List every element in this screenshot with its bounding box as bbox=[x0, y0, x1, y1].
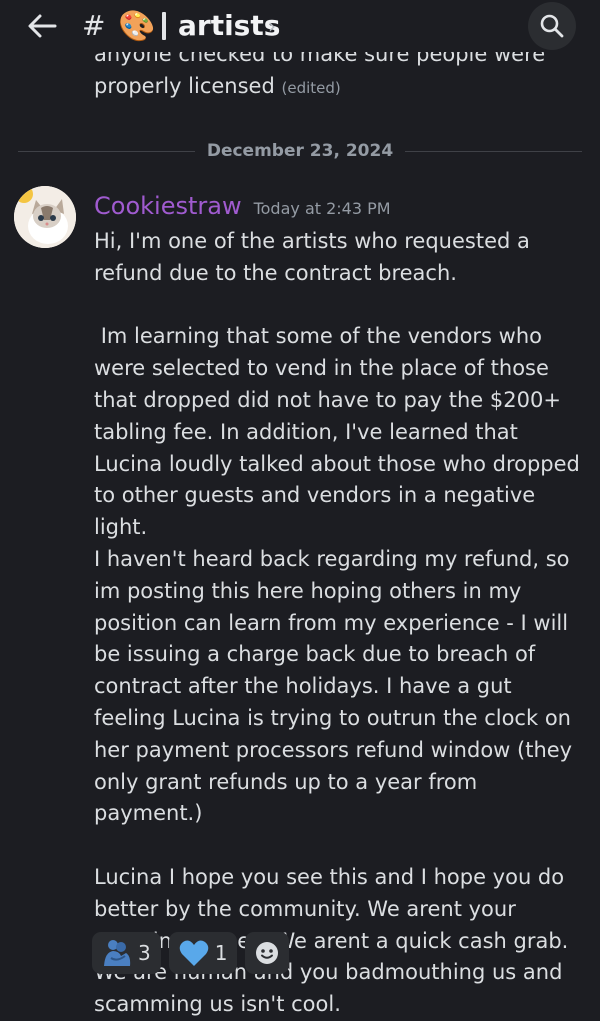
blue-heart-icon bbox=[179, 940, 209, 966]
reaction-count: 1 bbox=[214, 941, 228, 965]
message-timestamp: Today at 2:43 PM bbox=[253, 199, 391, 218]
back-button[interactable] bbox=[22, 6, 62, 46]
palette-icon: 🎨 bbox=[118, 9, 156, 44]
divider-line-right bbox=[405, 150, 582, 152]
previous-message-line-1: anyone checked to make sure people were bbox=[94, 52, 546, 66]
date-divider-text: December 23, 2024 bbox=[206, 141, 394, 161]
add-reaction-button[interactable] bbox=[245, 932, 290, 974]
message-body: Hi, I'm one of the artists who requested… bbox=[94, 229, 580, 1017]
title-separator bbox=[162, 12, 166, 40]
reaction-hug[interactable]: 3 bbox=[92, 932, 161, 974]
back-arrow-icon bbox=[28, 14, 57, 38]
people-hugging-icon bbox=[104, 940, 131, 966]
channel-header: # 🎨 artists › bbox=[0, 0, 600, 56]
reactions-bar: 3 1 bbox=[92, 932, 290, 974]
reaction-count: 3 bbox=[138, 941, 151, 965]
previous-message-line-2: properly licensed (edited) bbox=[94, 74, 341, 98]
message-header: Cookiestraw Today at 2:43 PM bbox=[94, 192, 391, 224]
previous-message: anyone checked to make sure people were … bbox=[94, 52, 584, 104]
channel-hash-icon: # bbox=[82, 9, 106, 42]
add-reaction-icon bbox=[256, 942, 279, 964]
channel-name[interactable]: artists bbox=[178, 8, 280, 44]
edited-label: (edited) bbox=[281, 79, 341, 97]
author-name[interactable]: Cookiestraw bbox=[94, 192, 242, 220]
divider-line-left bbox=[18, 150, 195, 152]
search-icon bbox=[540, 14, 564, 38]
search-button[interactable] bbox=[528, 2, 576, 50]
chevron-right-icon[interactable]: › bbox=[268, 13, 276, 39]
reaction-heart[interactable]: 1 bbox=[168, 932, 238, 974]
kitten-avatar-icon bbox=[14, 186, 76, 248]
date-divider: December 23, 2024 bbox=[18, 136, 582, 166]
avatar[interactable] bbox=[14, 186, 76, 248]
